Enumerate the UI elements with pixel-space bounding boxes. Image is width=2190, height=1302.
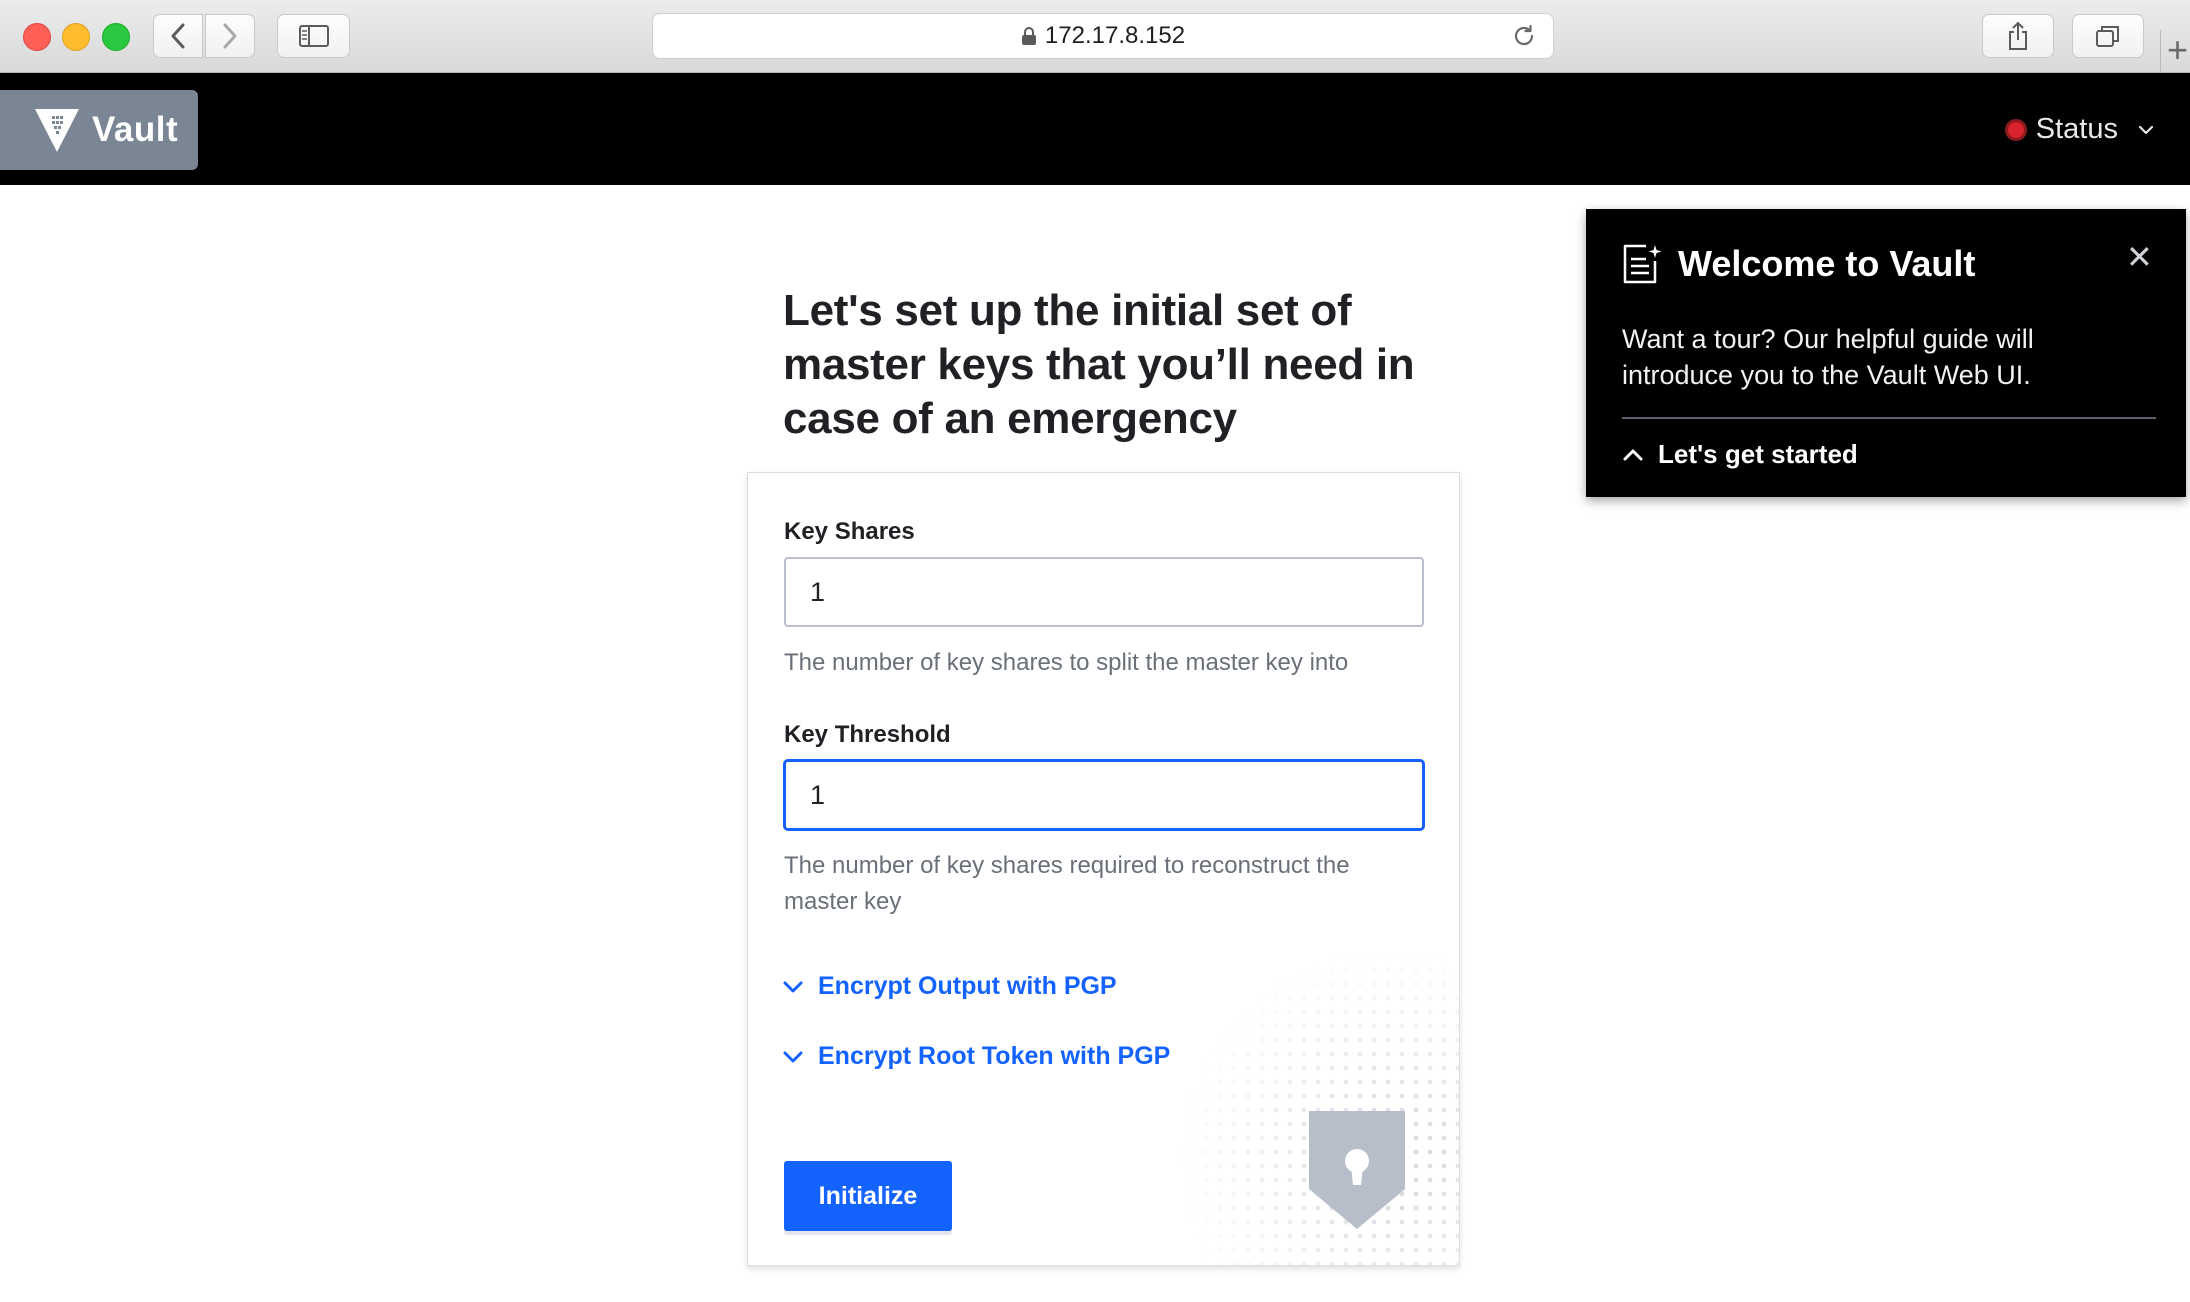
encrypt-root-token-pgp-toggle[interactable]: Encrypt Root Token with PGP [782,1042,1170,1071]
lock-icon [1021,27,1036,45]
window-minimize-button[interactable] [62,23,90,51]
get-started-button[interactable]: Let's get started [1622,439,1858,470]
vault-logo[interactable]: Vault [0,90,198,170]
welcome-body: Want a tour? Our helpful guide will intr… [1622,324,2034,390]
back-button[interactable] [153,14,203,58]
key-shares-label: Key Shares [784,518,915,545]
key-threshold-input[interactable] [784,760,1424,830]
forward-button[interactable] [205,14,255,58]
status-indicator-icon [2004,118,2027,141]
sidebar-icon [298,25,329,47]
sidebar-toggle-button[interactable] [277,14,350,58]
page-title: Let's set up the initial set of master k… [783,286,1415,443]
tabs-icon [2096,26,2119,47]
initialize-button[interactable]: Initialize [784,1161,952,1231]
chevron-down-icon [783,981,803,992]
url-text: 172.17.8.152 [1044,22,1186,49]
encrypt-output-pgp-label: Encrypt Output with PGP [818,972,1117,1000]
logo-text: Vault [92,110,179,149]
divider [1622,417,2156,419]
guide-icon [1623,244,1662,284]
key-threshold-help: The number of key shares required to rec… [784,852,1350,915]
encrypt-output-pgp-toggle[interactable]: Encrypt Output with PGP [782,972,1117,1001]
window-zoom-button[interactable] [102,23,130,51]
key-shares-input[interactable] [784,557,1424,627]
share-button[interactable] [1982,14,2054,58]
get-started-label: Let's get started [1658,439,1858,469]
key-shares-help: The number of key shares to split the ma… [784,649,1349,676]
close-icon[interactable]: ✕ [2126,241,2153,273]
status-menu[interactable]: Status [2004,113,2154,146]
dot-pattern-decoration [1129,935,1459,1265]
welcome-title: Welcome to Vault [1678,243,1976,284]
share-icon [2009,21,2027,50]
chevron-up-icon [1623,449,1643,460]
init-form-card: Key Shares The number of key shares to s… [747,472,1460,1266]
window-close-button[interactable] [23,23,51,51]
back-arrow-icon [171,23,185,49]
chevron-down-icon [783,1051,803,1062]
new-tab-button[interactable]: + [2160,30,2190,72]
key-threshold-label: Key Threshold [784,721,951,748]
app-header: Vault Status [0,73,2190,185]
encrypt-root-token-pgp-label: Encrypt Root Token with PGP [818,1042,1171,1070]
shield-keyhole-icon [1309,1111,1405,1229]
forward-arrow-icon [223,23,237,49]
welcome-popup: Welcome to Vault ✕ Want a tour? Our help… [1586,209,2186,497]
show-tabs-button[interactable] [2072,14,2144,58]
reload-icon[interactable] [1511,23,1537,49]
browser-toolbar: 172.17.8.152 + [0,0,2190,73]
address-bar[interactable]: 172.17.8.152 [652,13,1554,59]
chevron-down-icon [2138,125,2154,134]
vault-logo-icon [35,109,79,152]
status-label: Status [2035,113,2118,145]
